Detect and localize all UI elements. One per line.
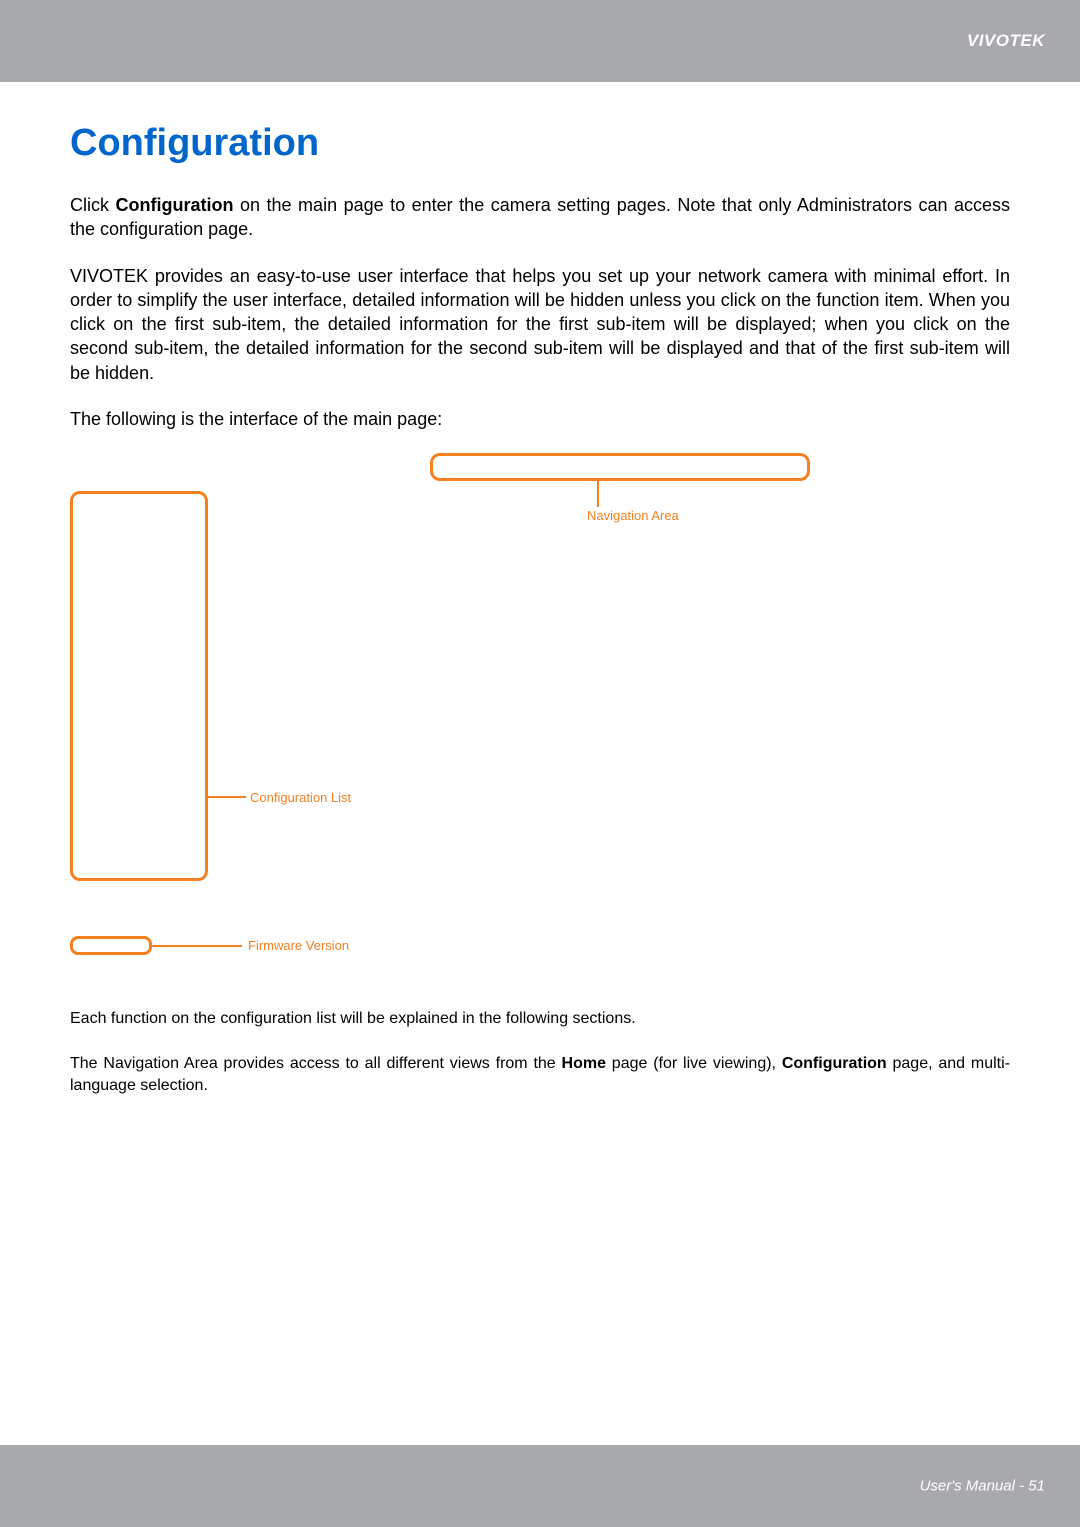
interface-diagram: Navigation Area Configuration List Firmw… xyxy=(70,453,1010,983)
configuration-list-box xyxy=(70,491,208,881)
content-area: Configuration Click Configuration on the… xyxy=(0,82,1080,1098)
post2-mid: page (for live viewing), xyxy=(606,1055,782,1072)
firmware-version-label: Firmware Version xyxy=(248,938,349,953)
intro-paragraph-2: VIVOTEK provides an easy-to-use user int… xyxy=(70,264,1010,385)
intro1-pre: Click xyxy=(70,195,116,215)
intro1-bold: Configuration xyxy=(116,195,234,215)
configuration-connector xyxy=(208,796,246,798)
navigation-connector xyxy=(597,481,599,507)
post2-pre: The Navigation Area provides access to a… xyxy=(70,1055,562,1072)
post-paragraph-2: The Navigation Area provides access to a… xyxy=(70,1053,1010,1098)
post-diagram-text: Each function on the configuration list … xyxy=(70,1008,1010,1097)
header-bar: VIVOTEK xyxy=(0,0,1080,82)
page-title: Configuration xyxy=(70,122,1010,165)
navigation-area-box xyxy=(430,453,810,481)
intro-paragraph-3: The following is the interface of the ma… xyxy=(70,407,1010,431)
navigation-area-label: Navigation Area xyxy=(587,508,679,523)
header-brand: VIVOTEK xyxy=(967,31,1045,51)
footer-text: User's Manual - 51 xyxy=(920,1478,1045,1495)
post2-bold2: Configuration xyxy=(782,1055,887,1072)
post2-bold1: Home xyxy=(562,1055,606,1072)
footer-bar: User's Manual - 51 xyxy=(0,1445,1080,1527)
firmware-connector xyxy=(152,945,242,947)
firmware-version-box xyxy=(70,936,152,955)
post-paragraph-1: Each function on the configuration list … xyxy=(70,1008,1010,1030)
configuration-list-label: Configuration List xyxy=(250,790,351,805)
intro-paragraph-1: Click Configuration on the main page to … xyxy=(70,193,1010,242)
